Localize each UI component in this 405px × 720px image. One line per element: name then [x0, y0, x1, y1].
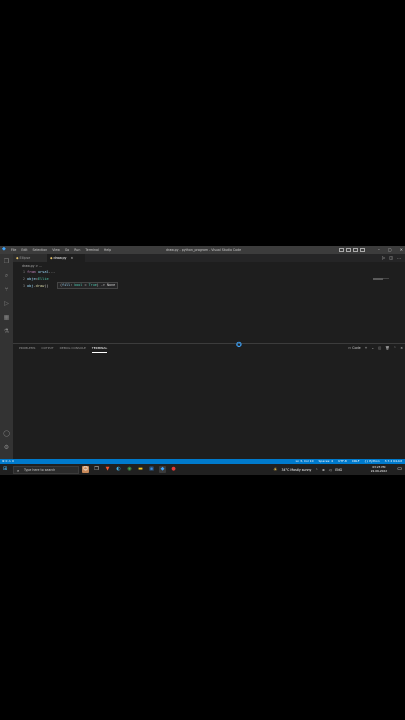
tab-draw-py[interactable]: ◆draw.py ×	[47, 254, 85, 262]
minimap-line	[383, 278, 389, 279]
split-terminal-icon[interactable]: ◫	[378, 344, 381, 352]
source-control-icon[interactable]: ⑂	[3, 286, 10, 293]
tab-output[interactable]: OUTPUT	[41, 344, 53, 353]
taskbar-search[interactable]: ⌕ Type here to search	[13, 465, 79, 474]
tab-close-icon[interactable]: ×	[71, 256, 74, 260]
search-placeholder: Type here to search	[24, 467, 56, 472]
extensions-icon[interactable]: ▦	[3, 314, 10, 321]
signature-help-tooltip: (fill: bool = True) -> None	[57, 282, 119, 289]
customize-layout-icon[interactable]	[360, 248, 365, 252]
weather-icon: ☀	[273, 466, 278, 473]
maximize-icon[interactable]: ▢	[388, 246, 392, 254]
title-bar: ◆ File Edit Selection View Go Run Termin…	[0, 246, 405, 254]
vscode-taskbar-icon[interactable]: ◆	[159, 466, 166, 473]
editor-actions: ▷ ◫ …	[382, 254, 401, 262]
menu-terminal[interactable]: Terminal	[85, 246, 98, 254]
line-number: 2	[22, 277, 25, 281]
taskbar-apps: ☺ ❐ ▼ ◐ ◉ ▬ ▣ ◆ ●	[82, 466, 177, 473]
terminal-selector[interactable]: ▭ Code	[348, 344, 361, 352]
editor-tabs: ◆Ellipse ◆draw.py × ▷ ◫ …	[13, 254, 405, 262]
toggle-secondary-sidebar-icon[interactable]	[353, 248, 358, 252]
tab-problems[interactable]: PROBLEMS	[19, 344, 35, 353]
vscode-logo-icon: ◆	[2, 246, 6, 252]
search-icon: ⌕	[17, 467, 20, 473]
taskbar-clock[interactable]: 03:23 PM 22-06-2022	[371, 465, 387, 473]
tab-terminal[interactable]: TERMINAL	[91, 344, 108, 353]
windows-taskbar: ⊞ ⌕ Type here to search ☺ ❐ ▼ ◐ ◉ ▬ ▣ ◆ …	[0, 464, 405, 475]
minimap[interactable]	[373, 278, 383, 280]
new-terminal-icon[interactable]: +	[365, 344, 368, 352]
python-file-icon: ◆	[16, 256, 19, 260]
code-line: 3 obj. draw()	[16, 283, 55, 290]
tab-debug-console[interactable]: DEBUG CONSOLE	[60, 344, 86, 353]
bottom-panel: PROBLEMS OUTPUT DEBUG CONSOLE TERMINAL ✪…	[13, 341, 405, 460]
chrome-browser-icon[interactable]: ◉	[126, 466, 133, 473]
editor-area: ◆Ellipse ◆draw.py × ▷ ◫ … draw.py > ... 1…	[13, 254, 405, 343]
task-view-icon[interactable]: ❐	[93, 466, 100, 473]
split-editor-icon[interactable]: ◫	[389, 254, 393, 262]
line-number: 3	[22, 284, 25, 288]
desktop-screen: ◆ File Edit Selection View Go Run Termin…	[0, 246, 405, 475]
run-file-icon[interactable]: ▷	[382, 254, 385, 262]
chevron-down-icon[interactable]: ⌄	[371, 344, 374, 352]
recorder-icon[interactable]: ●	[170, 466, 177, 473]
loading-cursor-icon: ✪	[236, 341, 242, 349]
brave-browser-icon[interactable]: ▼	[104, 466, 111, 473]
activity-bar: ❐ ⌕ ⑂ ▷ ▦ ⚗ ◯ ⚙	[0, 254, 13, 459]
notification-icon[interactable]: ▭	[397, 467, 402, 472]
breadcrumb[interactable]: draw.py > ...	[22, 264, 42, 268]
menu-run[interactable]: Run	[74, 246, 80, 254]
python-file-icon: ◆	[50, 256, 53, 260]
tab-label: draw.py	[53, 256, 67, 260]
panel-tabs: PROBLEMS OUTPUT DEBUG CONSOLE TERMINAL	[19, 344, 108, 353]
testing-icon[interactable]: ⚗	[3, 328, 10, 335]
tray-chevron-icon[interactable]: ⌃	[315, 468, 318, 472]
window-controls: – ▢ ✕	[378, 246, 403, 254]
language-indicator[interactable]: ENG	[335, 468, 342, 472]
store-icon[interactable]: ▣	[148, 466, 155, 473]
maximize-panel-icon[interactable]: ⌃	[393, 344, 396, 352]
panel-actions: ▭ Code + ⌄ ◫ 🗑 ⌃ ×	[348, 344, 403, 352]
menu-go[interactable]: Go	[65, 246, 69, 254]
menu-bar: File Edit Selection View Go Run Terminal…	[11, 246, 111, 254]
edge-browser-icon[interactable]: ◐	[115, 466, 122, 473]
minimize-icon[interactable]: –	[378, 246, 380, 254]
search-icon[interactable]: ⌕	[3, 272, 10, 279]
volume-icon[interactable]: ◁	[329, 468, 331, 472]
code-editor[interactable]: 1 from ursal ... 2 obje = Ellie 3 obj. dr…	[16, 269, 55, 290]
run-debug-icon[interactable]: ▷	[3, 300, 10, 307]
menu-selection[interactable]: Selection	[33, 246, 48, 254]
kill-terminal-icon[interactable]: 🗑	[385, 344, 389, 352]
network-icon[interactable]: ⊚	[322, 468, 325, 472]
code-line: 2 obje = Ellie	[16, 276, 55, 283]
tab-label: Ellipse	[19, 256, 31, 260]
menu-view[interactable]: View	[52, 246, 60, 254]
code-line: 1 from ursal ...	[16, 269, 55, 276]
file-explorer-icon[interactable]: ▬	[137, 466, 144, 473]
terminal-label: Code	[352, 346, 361, 350]
layout-controls	[339, 248, 365, 252]
account-icon[interactable]: ◯	[3, 430, 10, 437]
weather-text[interactable]: 34°C Mostly sunny	[281, 468, 311, 472]
close-icon[interactable]: ✕	[400, 246, 403, 254]
more-actions-icon[interactable]: …	[397, 254, 401, 262]
menu-help[interactable]: Help	[104, 246, 111, 254]
windows-start-icon[interactable]: ⊞	[3, 467, 8, 472]
toggle-sidebar-icon[interactable]	[339, 248, 344, 252]
menu-edit[interactable]: Edit	[21, 246, 27, 254]
explorer-icon[interactable]: ❐	[3, 258, 10, 265]
window-title: draw.py - python_program - Visual Studio…	[166, 248, 242, 252]
clock-date: 22-06-2022	[370, 469, 387, 474]
menu-file[interactable]: File	[11, 246, 16, 254]
close-panel-icon[interactable]: ×	[400, 344, 403, 352]
cortana-avatar-icon[interactable]: ☺	[82, 466, 89, 473]
settings-gear-icon[interactable]: ⚙	[3, 444, 10, 451]
system-tray: ☀ 34°C Mostly sunny ⌃ ⊚ ◁ ENG	[273, 464, 342, 475]
toggle-panel-icon[interactable]	[346, 248, 351, 252]
line-number: 1	[22, 270, 25, 274]
